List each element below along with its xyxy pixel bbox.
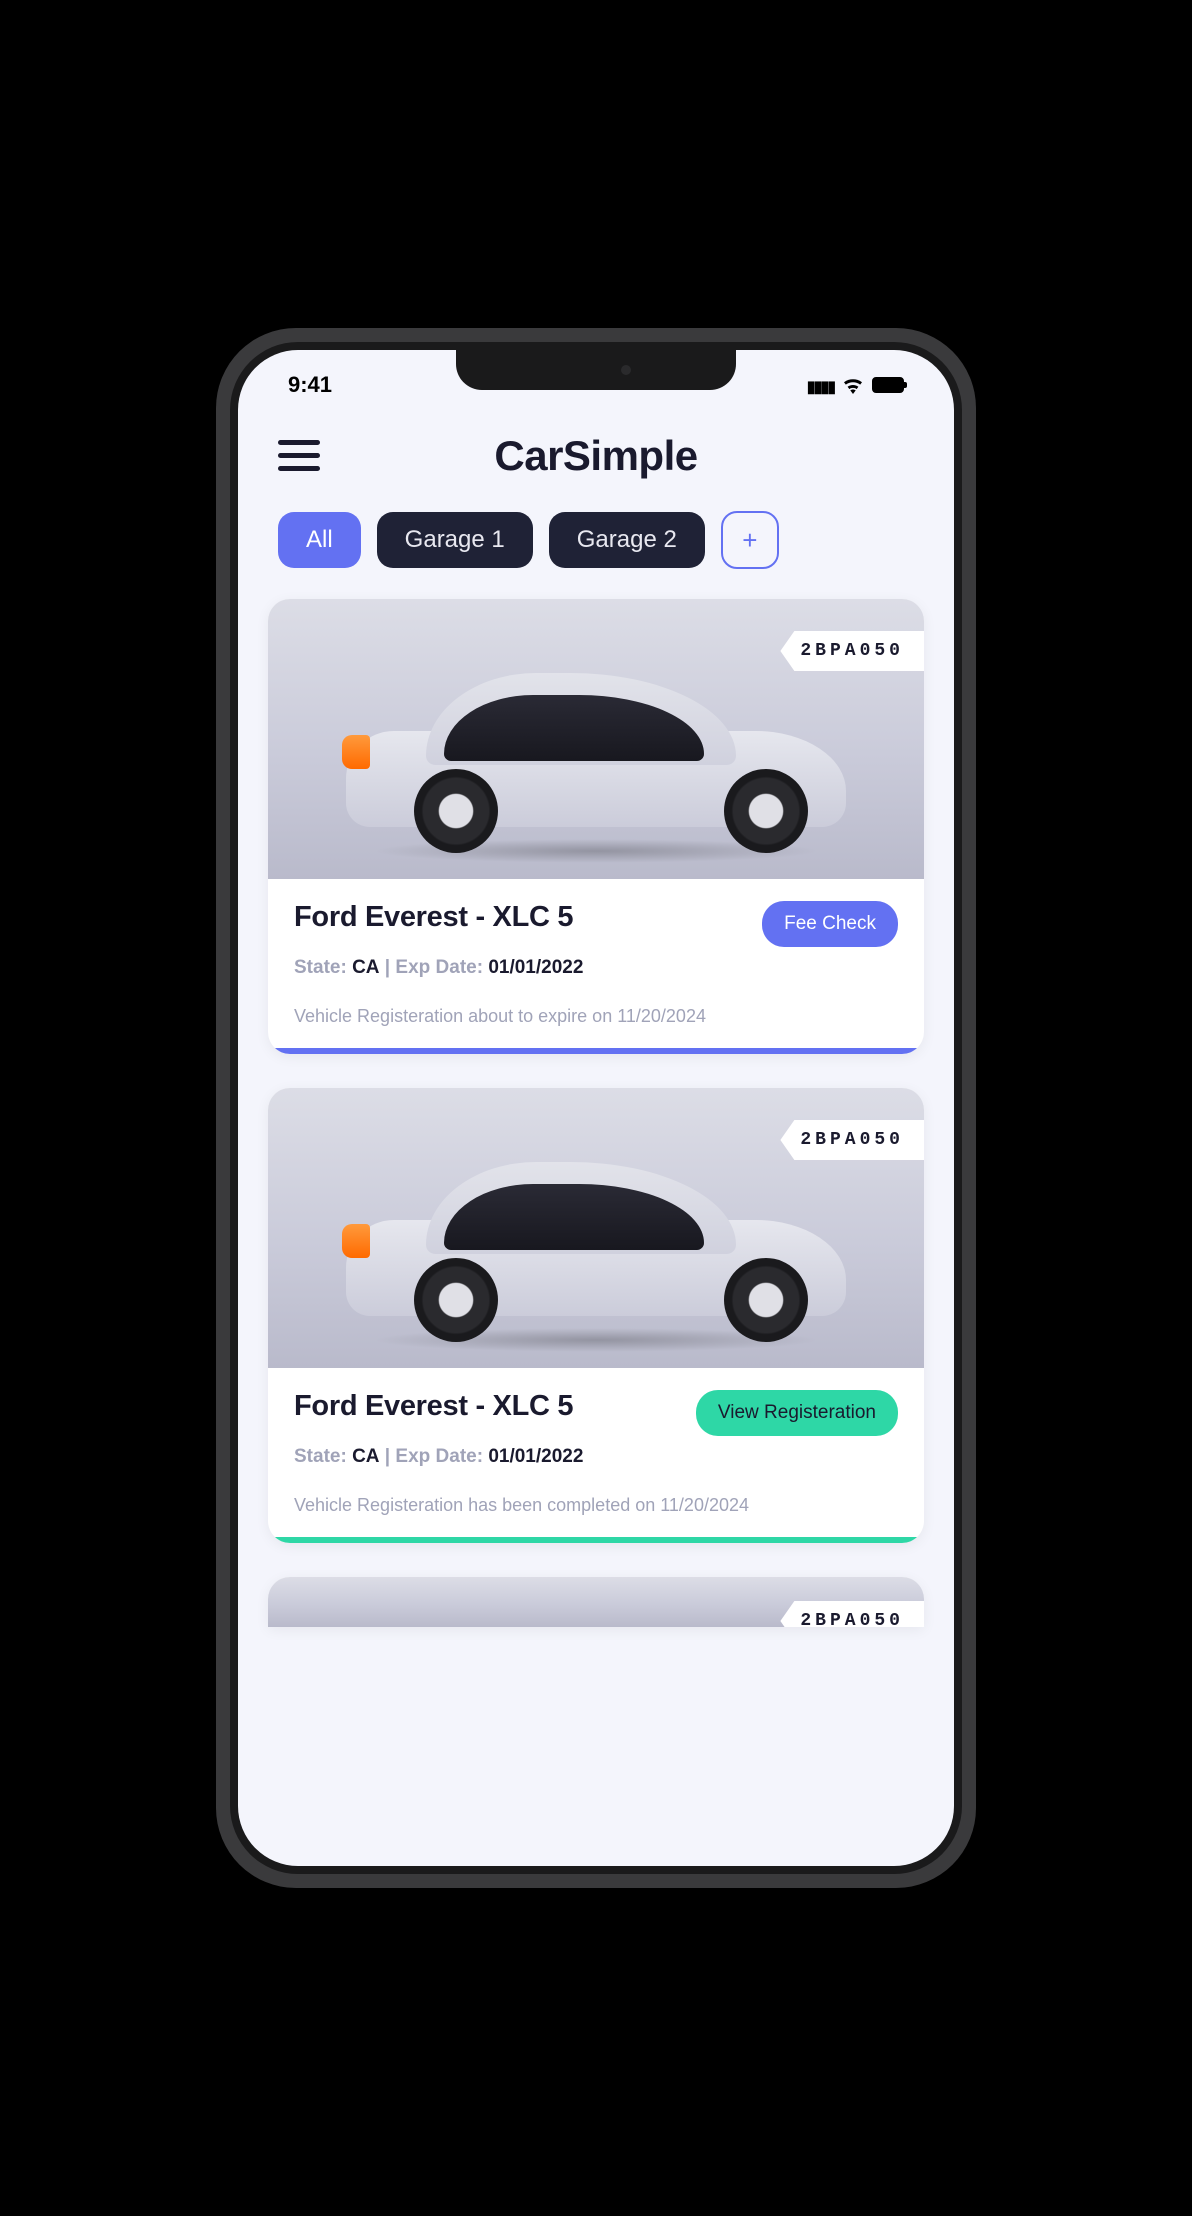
vehicle-meta: State: CA | Exp Date: 01/01/2022 (294, 957, 898, 979)
filter-garage-2[interactable]: Garage 2 (549, 512, 705, 568)
add-garage-button[interactable]: + (721, 511, 779, 569)
vehicle-meta: State: CA | Exp Date: 01/01/2022 (294, 1446, 898, 1468)
fee-check-button[interactable]: Fee Check (762, 901, 898, 947)
vehicle-image: 2BPA050 (268, 1577, 924, 1627)
signal-icon (807, 372, 834, 398)
filter-garage-1[interactable]: Garage 1 (377, 512, 533, 568)
screen: 9:41 CarSimple All Garage 1 Garage 2 + (238, 350, 954, 1866)
phone-bezel: 9:41 CarSimple All Garage 1 Garage 2 + (230, 342, 962, 1874)
filter-bar: All Garage 1 Garage 2 + (238, 501, 954, 599)
status-time: 9:41 (288, 372, 332, 398)
app-title: CarSimple (494, 432, 697, 480)
vehicle-title: Ford Everest - XLC 5 (294, 901, 573, 934)
vehicle-card[interactable]: 2BPA050 (268, 1577, 924, 1627)
vehicle-list: 2BPA050 Ford Everest - XLC 5 Fee Check (238, 599, 954, 1627)
phone-frame: 9:41 CarSimple All Garage 1 Garage 2 + (216, 328, 976, 1888)
status-bar-indicator (268, 1537, 924, 1543)
wifi-icon (842, 376, 864, 394)
car-illustration (316, 651, 876, 861)
status-bar-indicator (268, 1048, 924, 1054)
notch (456, 350, 736, 390)
app-header: CarSimple (238, 410, 954, 501)
vehicle-card[interactable]: 2BPA050 Ford Everest - XLC 5 Fee Check (268, 599, 924, 1054)
status-icons (807, 372, 904, 398)
car-illustration (316, 1140, 876, 1350)
battery-icon (872, 377, 904, 393)
vehicle-note: Vehicle Registeration about to expire on… (268, 987, 924, 1048)
view-registration-button[interactable]: View Registeration (696, 1390, 898, 1436)
filter-all[interactable]: All (278, 512, 361, 568)
vehicle-image: 2BPA050 (268, 599, 924, 879)
vehicle-card[interactable]: 2BPA050 Ford Everest - XLC 5 View Regist… (268, 1088, 924, 1543)
menu-icon[interactable] (278, 440, 320, 471)
vehicle-title: Ford Everest - XLC 5 (294, 1390, 573, 1423)
vehicle-image: 2BPA050 (268, 1088, 924, 1368)
vehicle-note: Vehicle Registeration has been completed… (268, 1476, 924, 1537)
license-plate: 2BPA050 (780, 1601, 924, 1627)
